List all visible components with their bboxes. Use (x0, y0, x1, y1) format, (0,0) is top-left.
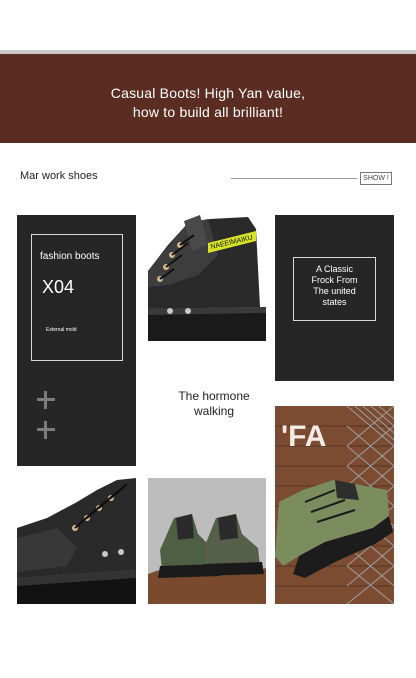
boots-pair-photo (148, 478, 266, 604)
fashion-boots-card: fashion boots X04 External mold (17, 215, 136, 466)
model-code: X04 (42, 277, 75, 297)
wall-sign-text: 'FA (281, 420, 326, 453)
classic-frock-line3: The united (313, 286, 356, 296)
boot-closeup-illustration (17, 478, 136, 604)
classic-frock-line4: states (322, 297, 347, 307)
show-button[interactable]: SHOW ! (360, 172, 392, 185)
external-mold-note: External mold (46, 327, 77, 333)
fashion-boots-label-box: fashion boots X04 External mold (31, 234, 123, 361)
classic-frock-label-box: A Classic Frock From The united states (293, 257, 376, 321)
hormone-line1: The hormone (178, 389, 250, 403)
classic-frock-line1: A Classic (315, 264, 353, 274)
classic-frock-line2: Frock From (311, 275, 358, 285)
fashion-boots-title: fashion boots (40, 251, 100, 262)
section-divider (231, 178, 357, 179)
hormone-line2: walking (193, 404, 235, 418)
boot-wall-photo: 'FA (275, 406, 394, 604)
promo-banner: Casual Boots! High Yan value, how to bui… (0, 54, 416, 143)
wall-boot-illustration: 'FA (275, 406, 394, 604)
boot-illustration: NAEEIMAIKU (148, 215, 266, 341)
plus-icon (37, 391, 55, 409)
boots-pair-illustration (148, 478, 266, 604)
boot-photo-top: NAEEIMAIKU (148, 215, 266, 341)
boot-closeup-photo (17, 478, 136, 604)
banner-headline-line1: Casual Boots! High Yan value, (110, 85, 306, 101)
classic-frock-card: A Classic Frock From The united states (275, 215, 394, 381)
plus-icon (37, 421, 55, 439)
hormone-walking-text: The hormone walking (152, 389, 276, 419)
section-title: Mar work shoes (20, 170, 98, 182)
banner-headline-line2: how to build all brilliant! (132, 104, 284, 120)
